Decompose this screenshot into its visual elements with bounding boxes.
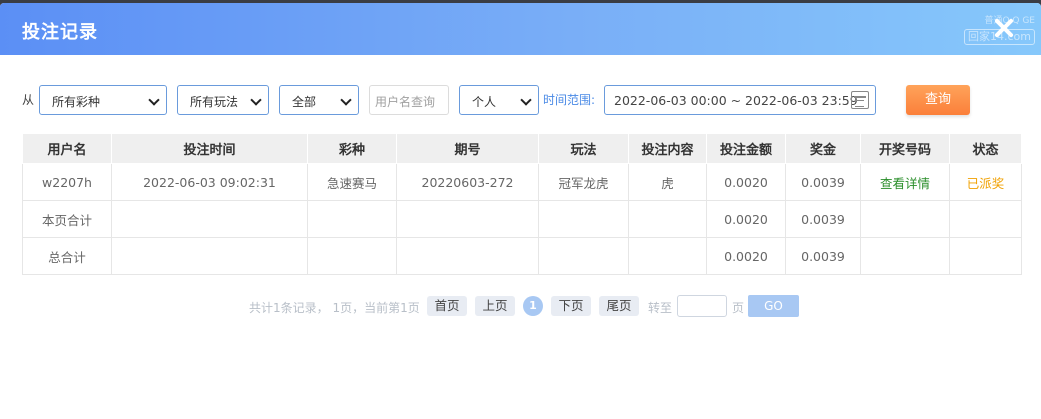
table-header-row: 用户名 投注时间 彩种 期号 玩法 投注内容 投注金额 奖金 开奖号码 状态 xyxy=(22,133,1022,164)
cell-empty xyxy=(949,200,1022,238)
page-label: 页 xyxy=(732,301,745,315)
modal-header: 投注记录 普通Q Q GE 回家14.com xyxy=(0,3,1041,55)
bet-record-modal: 投注记录 普通Q Q GE 回家14.com 从 所有彩种 所有玩法 全部 用户… xyxy=(0,3,1041,419)
date-range-value: 2022-06-03 00:00 ~ 2022-06-03 23:59 xyxy=(614,93,858,108)
cell-grand-total-label: 总合计 xyxy=(22,237,112,275)
calendar-icon[interactable] xyxy=(851,91,869,109)
from-label: 从 xyxy=(22,93,35,107)
person-select[interactable]: 个人 xyxy=(459,85,539,115)
cell-empty xyxy=(396,200,539,238)
cell-empty xyxy=(111,200,308,238)
header-bet-time: 投注时间 xyxy=(111,133,308,164)
cell-play-type: 冠军龙虎 xyxy=(538,163,629,201)
cell-lottery: 急速赛马 xyxy=(307,163,397,201)
username-search-input[interactable]: 用户名查询 xyxy=(369,85,449,115)
header-bet-content: 投注内容 xyxy=(628,133,707,164)
cell-page-total-amount: 0.0020 xyxy=(706,200,786,238)
header-prize: 奖金 xyxy=(785,133,861,164)
page-number-input[interactable] xyxy=(677,295,727,317)
cell-empty xyxy=(396,237,539,275)
scope-select[interactable]: 全部 xyxy=(279,85,359,115)
header-bet-amount: 投注金额 xyxy=(706,133,786,164)
close-icon[interactable] xyxy=(991,15,1017,41)
header-lottery: 彩种 xyxy=(307,133,397,164)
goto-label: 转至 xyxy=(648,301,673,315)
modal-title: 投注记录 xyxy=(22,22,98,43)
cell-grand-total-prize: 0.0039 xyxy=(785,237,861,275)
play-type-select[interactable]: 所有玩法 xyxy=(177,85,269,115)
status-badge: 已派奖 xyxy=(949,163,1022,201)
cell-empty xyxy=(628,200,707,238)
current-page[interactable]: 1 xyxy=(523,296,543,316)
header-issue: 期号 xyxy=(396,133,539,164)
last-page-button[interactable]: 尾页 xyxy=(599,296,639,316)
lottery-select-value: 所有彩种 xyxy=(52,95,101,109)
cell-empty xyxy=(307,237,397,275)
table-row-grand-total: 总合计 0.0020 0.0039 xyxy=(22,237,1022,275)
bet-record-table: 用户名 投注时间 彩种 期号 玩法 投注内容 投注金额 奖金 开奖号码 状态 w… xyxy=(22,133,1022,275)
date-range-input[interactable]: 2022-06-03 00:00 ~ 2022-06-03 23:59 xyxy=(604,85,876,115)
header-draw-number: 开奖号码 xyxy=(860,133,950,164)
prev-page-button[interactable]: 上页 xyxy=(475,296,515,316)
header-username: 用户名 xyxy=(22,133,112,164)
username-placeholder: 用户名查询 xyxy=(375,95,436,109)
cell-empty xyxy=(538,237,629,275)
table-row: w2207h 2022-06-03 09:02:31 急速赛马 20220603… xyxy=(22,163,1022,201)
pagination-info: 共计1条记录， 1页，当前第1页 xyxy=(249,301,420,315)
cell-empty xyxy=(307,200,397,238)
cell-issue: 20220603-272 xyxy=(396,163,539,201)
time-range-label: 时间范围: xyxy=(543,93,596,107)
go-button[interactable]: GO xyxy=(748,295,799,317)
header-play-type: 玩法 xyxy=(538,133,629,164)
cell-prize: 0.0039 xyxy=(785,163,861,201)
pagination: 共计1条记录， 1页，当前第1页 首页 上页 1 下页 尾页 转至 页 GO xyxy=(0,295,1041,317)
cell-empty xyxy=(538,200,629,238)
cell-bet-time: 2022-06-03 09:02:31 xyxy=(111,163,308,201)
cell-empty xyxy=(860,200,950,238)
cell-page-total-prize: 0.0039 xyxy=(785,200,861,238)
scope-select-value: 全部 xyxy=(292,95,317,109)
cell-grand-total-amount: 0.0020 xyxy=(706,237,786,275)
query-button[interactable]: 查询 xyxy=(906,85,970,115)
table-row-page-total: 本页合计 0.0020 0.0039 xyxy=(22,200,1022,238)
filter-bar: 从 所有彩种 所有玩法 全部 用户名查询 个人 时间范围: 2022-06-03… xyxy=(0,82,1041,115)
person-select-value: 个人 xyxy=(472,95,497,109)
cell-bet-content: 虎 xyxy=(628,163,707,201)
lottery-select[interactable]: 所有彩种 xyxy=(39,85,167,115)
header-status: 状态 xyxy=(949,133,1022,164)
next-page-button[interactable]: 下页 xyxy=(551,296,591,316)
cell-empty xyxy=(628,237,707,275)
cell-empty xyxy=(949,237,1022,275)
cell-empty xyxy=(860,237,950,275)
play-type-select-value: 所有玩法 xyxy=(190,95,239,109)
cell-bet-amount: 0.0020 xyxy=(706,163,786,201)
cell-page-total-label: 本页合计 xyxy=(22,200,112,238)
view-details-link[interactable]: 查看详情 xyxy=(860,163,950,201)
cell-username: w2207h xyxy=(22,163,112,201)
first-page-button[interactable]: 首页 xyxy=(427,296,467,316)
cell-empty xyxy=(111,237,308,275)
